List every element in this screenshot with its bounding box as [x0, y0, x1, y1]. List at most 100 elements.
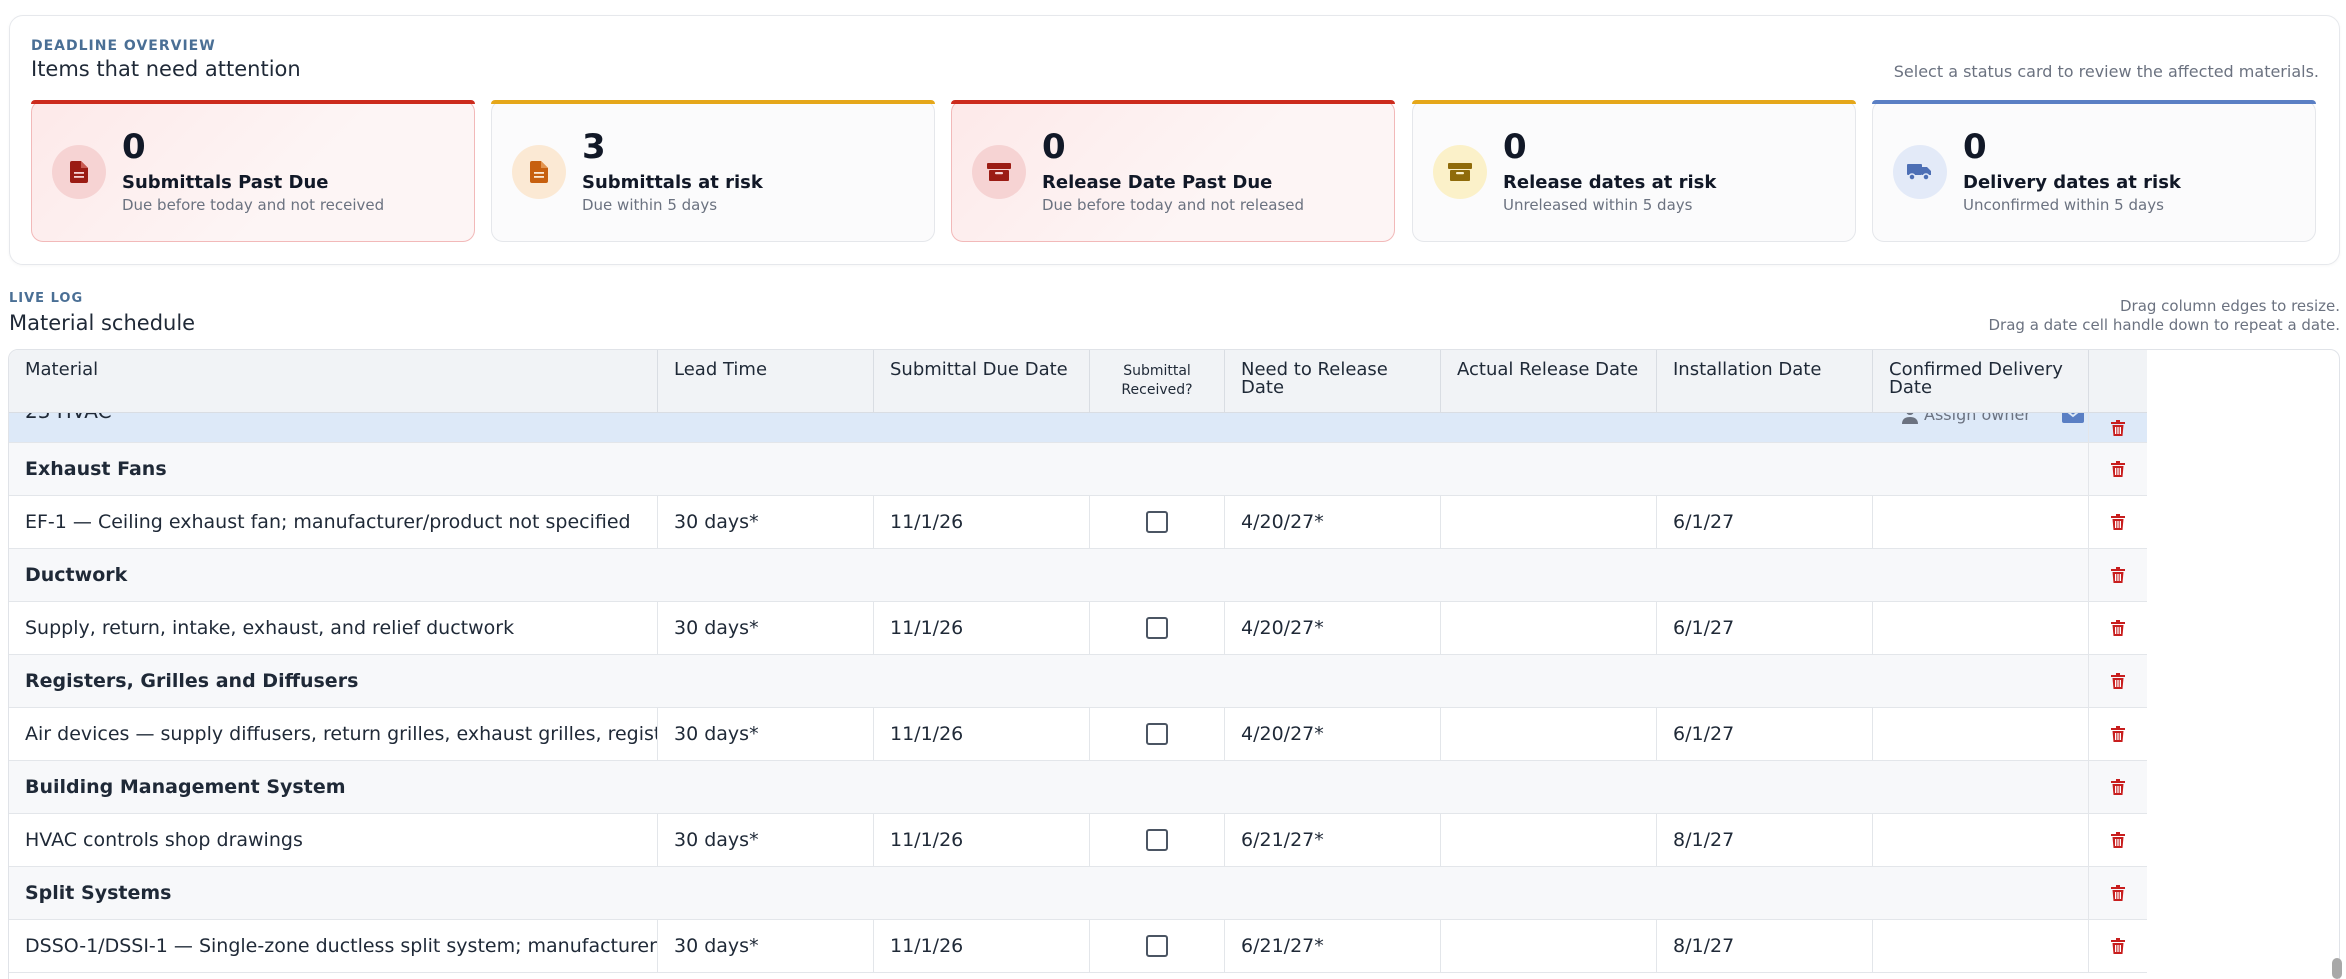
trash-icon — [2111, 832, 2125, 848]
actual-release-cell[interactable] — [1441, 814, 1657, 866]
box-icon — [1433, 145, 1487, 199]
installation-cell[interactable]: 8/1/27 — [1657, 814, 1873, 866]
delete-button[interactable] — [2088, 867, 2147, 919]
actual-release-cell[interactable] — [1441, 496, 1657, 548]
card-label: Submittals at risk — [582, 172, 763, 193]
material-cell[interactable]: DSSO-1/DSSI-1 — Single-zone ductless spl… — [9, 920, 658, 972]
trash-icon — [2111, 726, 2125, 742]
column-header-confirmed-delivery-date[interactable]: Confirmed Delivery Date — [1873, 350, 2089, 413]
submittal-received-cell — [1090, 814, 1225, 866]
deadline-overview-panel: DEADLINE OVERVIEW Items that need attent… — [9, 15, 2340, 265]
table-row: Air devices — supply diffusers, return g… — [9, 708, 2147, 761]
group-name: Building Management System — [25, 776, 346, 798]
submittal-due-cell[interactable]: 11/1/26 — [874, 602, 1090, 654]
need-to-release-cell[interactable]: 4/20/27* — [1225, 496, 1441, 548]
box-icon — [972, 145, 1026, 199]
livelog-title: Material schedule — [9, 311, 196, 335]
column-header-submittal-received[interactable]: Submittal Received? — [1090, 350, 1225, 413]
confirmed-delivery-cell[interactable] — [1873, 920, 2089, 972]
installation-cell[interactable]: 6/1/27 — [1657, 496, 1873, 548]
column-header-submittal-due-date[interactable]: Submittal Due Date — [874, 350, 1090, 413]
card-label: Release dates at risk — [1503, 172, 1717, 193]
received-checkbox[interactable] — [1146, 935, 1168, 957]
delete-button[interactable] — [2088, 413, 2147, 442]
lead-time-cell[interactable]: 30 days* — [658, 814, 874, 866]
actual-release-cell[interactable] — [1441, 708, 1657, 760]
group-row: Building Management System — [9, 761, 2147, 814]
card-accent-bar — [1412, 100, 1856, 104]
card-submittals-at-risk[interactable]: 3 Submittals at risk Due within 5 days — [491, 100, 935, 242]
delete-button[interactable] — [2088, 655, 2147, 707]
column-header-actual-release-date[interactable]: Actual Release Date — [1441, 350, 1657, 413]
confirmed-delivery-cell[interactable] — [1873, 602, 2089, 654]
material-cell[interactable]: Air devices — supply diffusers, return g… — [9, 708, 658, 760]
delete-button[interactable] — [2088, 496, 2147, 548]
lead-time-cell[interactable]: 30 days* — [658, 496, 874, 548]
delete-button[interactable] — [2088, 602, 2147, 654]
group-name: Exhaust Fans — [25, 458, 167, 480]
group-row: Exhaust Fans — [9, 443, 2147, 496]
installation-cell[interactable]: 8/1/27 — [1657, 920, 1873, 972]
trash-icon — [2111, 779, 2125, 795]
material-schedule-table: Material Lead Time Submittal Due Date Su… — [8, 349, 2340, 979]
column-header-installation-date[interactable]: Installation Date — [1657, 350, 1873, 413]
column-header-need-to-release-date[interactable]: Need to Release Date — [1225, 350, 1441, 413]
lead-time-cell[interactable]: 30 days* — [658, 920, 874, 972]
need-to-release-cell[interactable]: 6/21/27* — [1225, 920, 1441, 972]
card-accent-bar — [1872, 100, 2316, 104]
card-label: Submittals Past Due — [122, 172, 329, 193]
card-release-date-past-due[interactable]: 0 Release Date Past Due Due before today… — [951, 100, 1395, 242]
page-scrollbar-thumb[interactable] — [2332, 958, 2342, 979]
card-label: Delivery dates at risk — [1963, 172, 2181, 193]
delete-button[interactable] — [2088, 814, 2147, 866]
column-header-material[interactable]: Material — [9, 350, 658, 413]
card-label: Release Date Past Due — [1042, 172, 1273, 193]
trash-icon — [2111, 620, 2125, 636]
delete-button[interactable] — [2088, 708, 2147, 760]
lead-time-cell[interactable]: 30 days* — [658, 602, 874, 654]
document-icon — [512, 145, 566, 199]
actual-release-cell[interactable] — [1441, 920, 1657, 972]
trash-icon — [2111, 514, 2125, 530]
received-checkbox[interactable] — [1146, 617, 1168, 639]
card-accent-bar — [31, 100, 475, 104]
card-subtext: Due before today and not released — [1042, 196, 1305, 214]
need-to-release-cell[interactable]: 4/20/27* — [1225, 708, 1441, 760]
delete-button[interactable] — [2088, 549, 2147, 601]
received-checkbox[interactable] — [1146, 723, 1168, 745]
submittal-due-cell[interactable]: 11/1/26 — [874, 708, 1090, 760]
trash-icon — [2111, 461, 2125, 477]
card-accent-bar — [491, 100, 935, 104]
received-checkbox[interactable] — [1146, 829, 1168, 851]
actual-release-cell[interactable] — [1441, 602, 1657, 654]
delete-button[interactable] — [2088, 761, 2147, 813]
submittal-due-cell[interactable]: 11/1/26 — [874, 496, 1090, 548]
material-cell[interactable]: Supply, return, intake, exhaust, and rel… — [9, 602, 658, 654]
submittal-due-cell[interactable]: 11/1/26 — [874, 814, 1090, 866]
trash-icon — [2111, 938, 2125, 954]
received-checkbox[interactable] — [1146, 511, 1168, 533]
card-delivery-dates-at-risk[interactable]: 0 Delivery dates at risk Unconfirmed wit… — [1872, 100, 2316, 242]
need-to-release-cell[interactable]: 4/20/27* — [1225, 602, 1441, 654]
material-cell[interactable]: EF-1 — Ceiling exhaust fan; manufacturer… — [9, 496, 658, 548]
table-header: Material Lead Time Submittal Due Date Su… — [9, 350, 2147, 413]
submittal-due-cell[interactable]: 11/1/26 — [874, 920, 1090, 972]
column-header-lead-time[interactable]: Lead Time — [658, 350, 874, 413]
card-subtext: Due within 5 days — [582, 196, 718, 214]
material-cell[interactable]: HVAC controls shop drawings — [9, 814, 658, 866]
confirmed-delivery-cell[interactable] — [1873, 496, 2089, 548]
card-count: 0 — [122, 127, 146, 167]
group-row: Registers, Grilles and Diffusers — [9, 655, 2147, 708]
confirmed-delivery-cell[interactable] — [1873, 814, 2089, 866]
card-subtext: Due before today and not received — [122, 196, 385, 214]
confirmed-delivery-cell[interactable] — [1873, 708, 2089, 760]
lead-time-cell[interactable]: 30 days* — [658, 708, 874, 760]
card-release-dates-at-risk[interactable]: 0 Release dates at risk Unreleased withi… — [1412, 100, 1856, 242]
need-to-release-cell[interactable]: 6/21/27* — [1225, 814, 1441, 866]
card-submittals-past-due[interactable]: 0 Submittals Past Due Due before today a… — [31, 100, 475, 242]
installation-cell[interactable]: 6/1/27 — [1657, 708, 1873, 760]
installation-cell[interactable]: 6/1/27 — [1657, 602, 1873, 654]
column-header-actions — [2089, 350, 2147, 413]
delete-button[interactable] — [2088, 443, 2147, 495]
delete-button[interactable] — [2088, 920, 2147, 972]
